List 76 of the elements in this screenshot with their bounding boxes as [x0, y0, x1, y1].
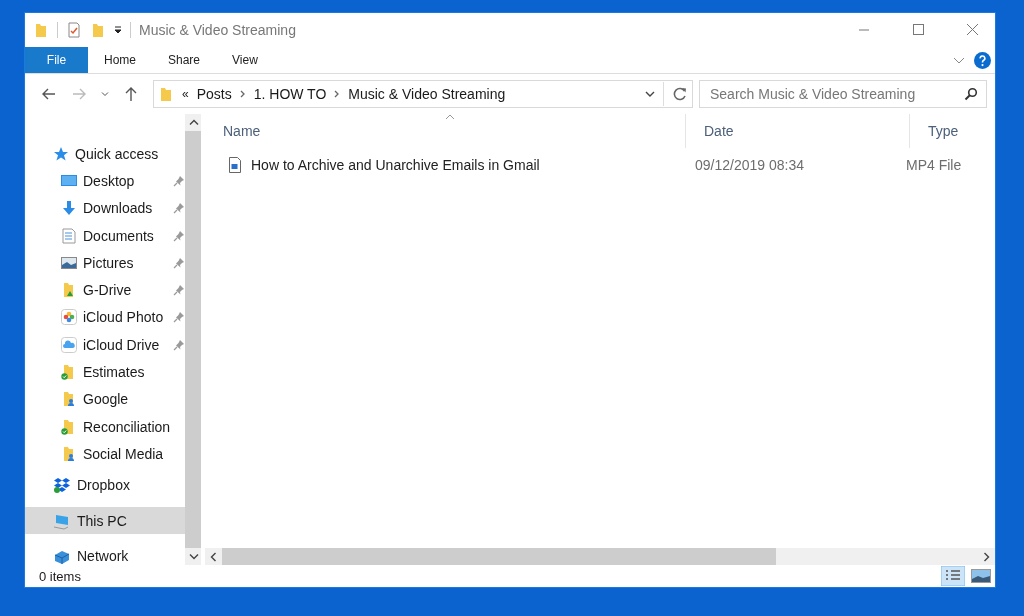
overflow-chevron[interactable]: « [182, 87, 189, 101]
nav-item[interactable]: Documents [25, 221, 185, 250]
large-icons-view-icon[interactable] [969, 566, 993, 586]
nav-label: This PC [77, 512, 127, 529]
document-icon [61, 227, 77, 244]
nav-label: iCloud Photo [83, 309, 165, 326]
nav-label: iCloud Drive [83, 336, 161, 353]
nav-label: Documents [83, 227, 155, 244]
nav-item[interactable]: iCloud Photo [25, 303, 185, 332]
flower-icon [61, 309, 77, 326]
nav-item[interactable]: Google [25, 385, 185, 413]
item-count: 0 items [39, 568, 81, 584]
file-name[interactable]: How to Archive and Unarchive Emails in Gmail [251, 157, 540, 173]
folder-icon [158, 86, 174, 102]
nav-item[interactable]: Social Media [25, 440, 185, 468]
nav-item[interactable]: Quick access [25, 140, 185, 168]
star-icon [53, 145, 69, 162]
nav-item[interactable]: Estimates [25, 358, 185, 386]
folder-icon [61, 391, 77, 408]
nav-item[interactable]: iCloud Drive [25, 331, 185, 359]
nav-label: Google [83, 391, 129, 408]
search-icon[interactable] [964, 87, 978, 101]
nav-label: Estimates [83, 364, 145, 380]
dropdown-icon[interactable] [645, 90, 655, 98]
nav-item[interactable]: Pictures [25, 249, 185, 277]
nav-label: Quick access [75, 145, 159, 162]
breadcrumb[interactable]: Music & Video Streaming [348, 86, 506, 102]
search-field[interactable]: Search Music & Video Streaming [699, 80, 987, 108]
up-arrow-icon[interactable] [123, 86, 139, 102]
column-header[interactable]: Date [686, 114, 910, 148]
ribbon-tab[interactable]: View [216, 47, 274, 73]
download-icon [61, 200, 77, 217]
nav-label: Desktop [83, 172, 136, 189]
properties-icon[interactable] [66, 22, 82, 38]
horizontal-scrollbar[interactable] [205, 548, 995, 565]
nav-item[interactable]: G-Drive [25, 276, 185, 304]
nav-item[interactable]: Downloads [25, 194, 185, 222]
chevron-icon[interactable] [334, 90, 341, 98]
nav-item[interactable]: Dropbox [25, 471, 185, 499]
dropbox-icon [53, 476, 71, 495]
nav-item[interactable]: Network [25, 542, 185, 570]
nav-label: Pictures [83, 254, 135, 271]
picture-icon [61, 254, 77, 271]
ribbon-tab[interactable]: Home [88, 47, 152, 73]
nav-label: G-Drive [83, 282, 133, 299]
file-type: MP4 File [905, 157, 963, 173]
folder-icon [33, 22, 49, 38]
sort-caret-icon [445, 114, 455, 120]
dropdown-icon[interactable] [114, 26, 122, 34]
chevron-icon[interactable] [239, 90, 246, 98]
nav-label: Social Media [83, 445, 164, 462]
breadcrumb[interactable]: Posts [196, 86, 232, 102]
file-date: 09/12/2019 08:34 [694, 157, 805, 173]
nav-label: Downloads [83, 200, 154, 217]
ribbon-tab[interactable]: File [25, 47, 88, 73]
address-bar[interactable]: « Posts 1. HOW TO Music & Video Streaming [153, 80, 693, 108]
nav-label: Network [77, 547, 129, 564]
video-file-icon [227, 157, 243, 173]
breadcrumb[interactable]: 1. HOW TO [253, 86, 327, 102]
nav-item[interactable]: This PC [25, 506, 185, 535]
window-title: Music & Video Streaming [139, 22, 296, 38]
details-view-icon[interactable] [941, 566, 965, 586]
column-header[interactable]: Name [205, 114, 686, 148]
ribbon-tab[interactable]: Share [152, 47, 217, 73]
monitor-icon [61, 172, 77, 189]
back-arrow-icon[interactable] [41, 86, 57, 102]
column-header[interactable]: Type [910, 114, 995, 148]
nav-label: Dropbox [77, 477, 130, 494]
nav-item[interactable]: Desktop [25, 167, 185, 195]
refresh-icon[interactable] [672, 86, 688, 102]
help-icon[interactable] [974, 51, 991, 69]
cloud-icon [61, 336, 77, 353]
nav-label: Reconciliation [83, 418, 171, 435]
folder-icon [61, 445, 77, 462]
scroll-thumb[interactable] [222, 548, 776, 565]
nav-item[interactable]: Reconciliation [25, 412, 185, 441]
